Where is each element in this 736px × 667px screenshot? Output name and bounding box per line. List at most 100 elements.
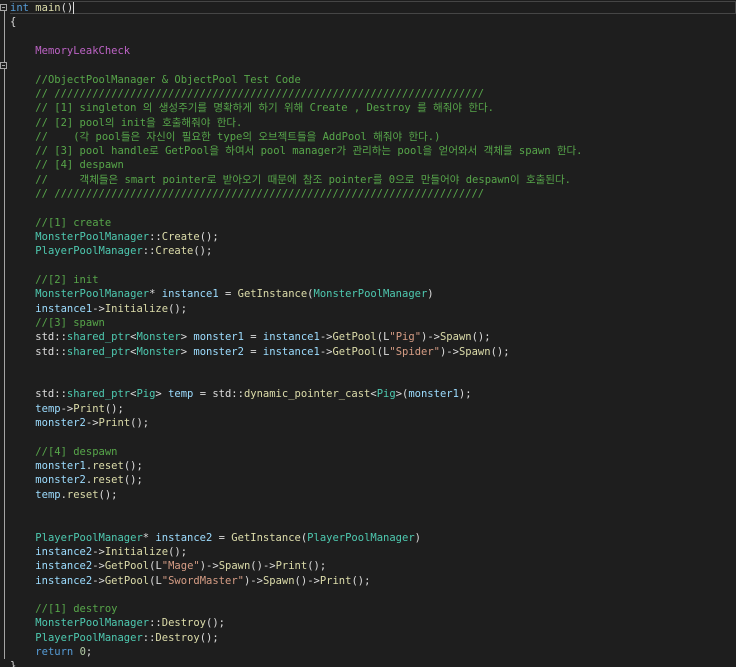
code-line[interactable]: PlayerPoolManager::Create(); <box>10 244 583 258</box>
code-token: ()-> <box>250 560 276 573</box>
code-line[interactable]: // (각 pool들은 자신이 필요한 type의 오브젝트들을 AddPoo… <box>10 130 583 144</box>
code-token: Spawn <box>458 345 491 358</box>
code-line[interactable] <box>10 373 583 387</box>
code-token: (); <box>123 474 143 487</box>
code-line[interactable]: // /////////////////////////////////////… <box>10 87 583 101</box>
code-token: )-> <box>243 574 263 587</box>
code-token: (); <box>206 617 225 630</box>
code-token: -> <box>92 545 105 558</box>
code-token: Destroy <box>161 617 207 630</box>
code-token: int <box>10 2 29 14</box>
code-line[interactable]: instance2->GetPool(L"Mage")->Spawn()->Pr… <box>10 559 583 573</box>
code-line[interactable] <box>10 502 583 516</box>
code-token: shared_ptr <box>66 345 131 358</box>
code-line[interactable]: //[2] init <box>10 273 583 287</box>
code-token: instance1 <box>35 302 93 315</box>
code-line[interactable]: //ObjectPoolManager & ObjectPool Test Co… <box>10 73 583 87</box>
code-line[interactable]: //[1] destroy <box>10 602 583 616</box>
code-line[interactable]: { <box>10 15 583 29</box>
code-token: (); <box>123 460 143 472</box>
code-line[interactable]: //[1] create <box>10 216 583 230</box>
code-token: temp <box>168 388 194 401</box>
code-line[interactable] <box>10 30 583 44</box>
code-token: -> <box>85 417 99 430</box>
code-line[interactable]: PlayerPoolManager* instance2 = GetInstan… <box>10 531 583 545</box>
code-line[interactable]: } <box>10 659 583 667</box>
code-token: instance1 <box>262 345 320 358</box>
code-token: // [3] pool handle로 GetPool을 하여서 pool ma… <box>35 145 583 158</box>
code-token: :: <box>142 631 156 644</box>
code-token: -> <box>92 560 105 573</box>
code-token: GetPool <box>104 560 150 573</box>
code-line[interactable]: temp->Print(); <box>10 402 583 416</box>
code-line[interactable]: int main() <box>10 1 583 15</box>
code-line[interactable]: MonsterPoolManager::Create(); <box>10 230 583 244</box>
code-line[interactable]: instance2->Initialize(); <box>10 545 583 559</box>
code-token: (); <box>104 402 124 415</box>
code-line[interactable]: std::shared_ptr<Pig> temp = std::dynamic… <box>10 387 583 401</box>
code-line[interactable]: PlayerPoolManager::Destroy(); <box>10 631 583 645</box>
collapse-comment-block-icon[interactable] <box>0 62 7 69</box>
code-line[interactable] <box>10 588 583 602</box>
code-line[interactable]: MemoryLeakCheck <box>10 44 583 58</box>
code-line[interactable]: //[4] despawn <box>10 445 583 459</box>
code-token: > <box>180 345 194 358</box>
code-line[interactable] <box>10 359 583 373</box>
code-line[interactable] <box>10 201 583 215</box>
code-token: PlayerPoolManager <box>35 245 143 258</box>
code-token: monster1 <box>408 388 459 401</box>
code-line[interactable]: MonsterPoolManager* instance1 = GetInsta… <box>10 287 583 301</box>
code-line[interactable]: monster2.reset(); <box>10 473 583 487</box>
code-line[interactable]: // [1] singleton 의 생성주기를 명확하게 하기 위해 Crea… <box>10 101 583 115</box>
code-line[interactable]: std::shared_ptr<Monster> monster1 = inst… <box>10 330 583 344</box>
code-token: //[1] create <box>35 216 112 229</box>
code-token: (); <box>307 560 327 573</box>
code-text-area[interactable]: int main(){ MemoryLeakCheck //ObjectPool… <box>10 1 583 667</box>
code-line[interactable]: //[3] spawn <box>10 316 583 330</box>
code-line[interactable]: instance1->Initialize(); <box>10 302 583 316</box>
code-line[interactable]: std::shared_ptr<Monster> monster2 = inst… <box>10 345 583 359</box>
code-editor[interactable]: int main(){ MemoryLeakCheck //ObjectPool… <box>0 0 736 667</box>
code-line[interactable]: MonsterPoolManager::Destroy(); <box>10 616 583 630</box>
code-line[interactable] <box>10 58 583 72</box>
code-token: (L <box>376 331 390 344</box>
code-token: () <box>60 2 74 14</box>
code-token: "Spider" <box>389 345 440 358</box>
code-line[interactable]: // 객체들은 smart pointer로 받아오기 때문에 참조 point… <box>10 173 583 187</box>
collapse-main-icon[interactable] <box>0 4 7 11</box>
code-line[interactable]: temp.reset(); <box>10 488 583 502</box>
code-line[interactable]: return 0; <box>10 645 583 659</box>
main-fold-guide <box>4 11 5 659</box>
code-token: (); <box>490 345 510 358</box>
code-token: (); <box>168 302 188 315</box>
code-line[interactable]: monster2->Print(); <box>10 416 583 430</box>
code-line[interactable] <box>10 516 583 530</box>
code-token: // [2] pool의 init을 호출해줘야 한다. <box>35 116 243 129</box>
code-token: ) <box>427 288 434 301</box>
code-token: instance2 <box>35 574 93 587</box>
code-token: -> <box>319 345 333 358</box>
code-line[interactable]: // /////////////////////////////////////… <box>10 187 583 201</box>
code-token: :: <box>149 617 162 630</box>
code-line[interactable]: monster1.reset(); <box>10 459 583 473</box>
code-token: reset <box>92 460 124 472</box>
code-token: = <box>243 345 263 358</box>
code-token: monster2 <box>193 345 244 358</box>
code-token: = std:: <box>193 388 244 401</box>
code-token: > <box>155 388 169 401</box>
code-line[interactable] <box>10 430 583 444</box>
code-line[interactable]: // [2] pool의 init을 호출해줘야 한다. <box>10 116 583 130</box>
code-line[interactable] <box>10 259 583 273</box>
code-line[interactable]: // [3] pool handle로 GetPool을 하여서 pool ma… <box>10 144 583 158</box>
code-token: ); <box>458 388 472 401</box>
code-line[interactable]: instance2->GetPool(L"SwordMaster")->Spaw… <box>10 574 583 588</box>
code-line[interactable]: // [4] despawn <box>10 158 583 172</box>
